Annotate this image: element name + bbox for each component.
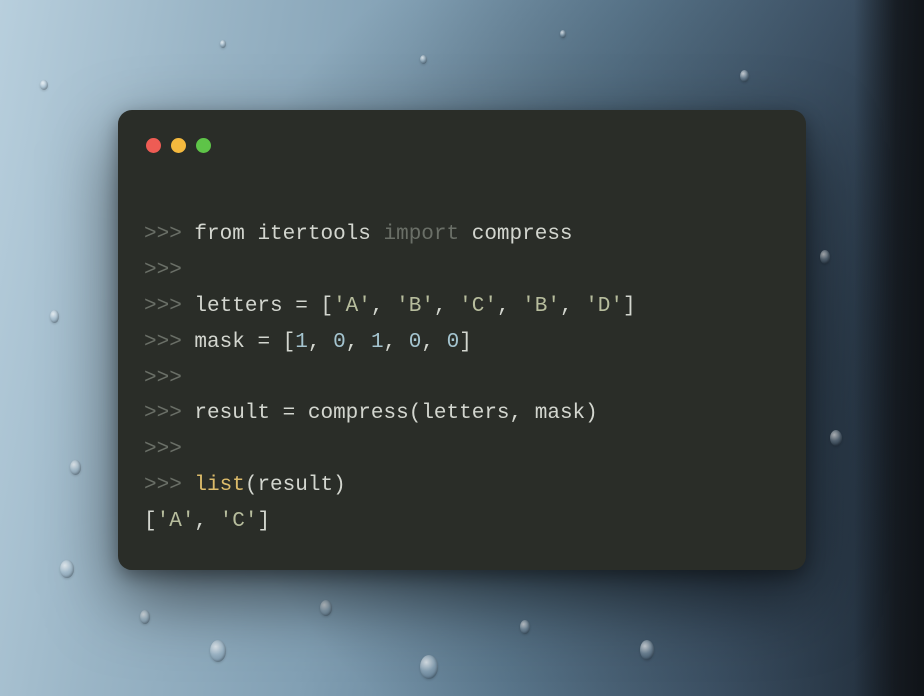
bracket-open: [ xyxy=(320,295,333,318)
number-literal: 0 xyxy=(333,331,346,354)
variable: mask xyxy=(194,331,244,354)
repl-prompt: >>> xyxy=(144,474,194,497)
paren-open: ( xyxy=(409,402,422,425)
module-name: itertools xyxy=(257,223,370,246)
string-literal: 'D' xyxy=(585,295,623,318)
code-line: >>> mask = [1, 0, 1, 0, 0] xyxy=(144,331,472,354)
argument: result xyxy=(257,474,333,497)
repl-prompt: >>> xyxy=(144,295,194,318)
bracket-open: [ xyxy=(144,510,157,533)
string-literal: 'A' xyxy=(157,510,195,533)
string-literal: 'B' xyxy=(522,295,560,318)
repl-prompt: >>> xyxy=(144,367,182,390)
number-literal: 0 xyxy=(447,331,460,354)
keyword-import: import xyxy=(383,223,459,246)
maximize-icon[interactable] xyxy=(196,138,211,153)
bracket-close: ] xyxy=(623,295,636,318)
repl-prompt: >>> xyxy=(144,223,194,246)
bracket-close: ] xyxy=(459,331,472,354)
builtin-call: list xyxy=(194,474,244,497)
argument: letters xyxy=(421,402,509,425)
variable: result xyxy=(194,402,270,425)
operator-equals: = xyxy=(283,402,296,425)
string-literal: 'C' xyxy=(459,295,497,318)
repl-prompt: >>> xyxy=(144,402,194,425)
variable: letters xyxy=(194,295,282,318)
dark-right-edge xyxy=(854,0,924,696)
window-traffic-lights xyxy=(146,138,780,153)
repl-prompt: >>> xyxy=(144,438,182,461)
number-literal: 0 xyxy=(409,331,422,354)
paren-open: ( xyxy=(245,474,258,497)
close-icon[interactable] xyxy=(146,138,161,153)
operator-equals: = xyxy=(257,331,270,354)
paren-close: ) xyxy=(333,474,346,497)
string-literal: 'B' xyxy=(396,295,434,318)
function-call: compress xyxy=(308,402,409,425)
code-line: >>> list(result) xyxy=(144,474,346,497)
code-line: >>> xyxy=(144,259,182,282)
code-block: >>> from itertools import compress >>> >… xyxy=(144,181,780,540)
paren-close: ) xyxy=(585,402,598,425)
bracket-open: [ xyxy=(283,331,296,354)
imported-name: compress xyxy=(472,223,573,246)
code-line: ['A', 'C'] xyxy=(144,510,270,533)
keyword-from: from xyxy=(194,223,244,246)
code-line: >>> xyxy=(144,438,182,461)
repl-prompt: >>> xyxy=(144,259,182,282)
terminal-window: >>> from itertools import compress >>> >… xyxy=(118,110,806,570)
code-line: >>> xyxy=(144,367,182,390)
operator-equals: = xyxy=(295,295,308,318)
string-literal: 'A' xyxy=(333,295,371,318)
number-literal: 1 xyxy=(371,331,384,354)
repl-prompt: >>> xyxy=(144,331,194,354)
argument: mask xyxy=(535,402,585,425)
code-line: >>> letters = ['A', 'B', 'C', 'B', 'D'] xyxy=(144,295,636,318)
string-literal: 'C' xyxy=(220,510,258,533)
bracket-close: ] xyxy=(257,510,270,533)
number-literal: 1 xyxy=(295,331,308,354)
code-line: >>> from itertools import compress xyxy=(144,223,573,246)
minimize-icon[interactable] xyxy=(171,138,186,153)
code-line: >>> result = compress(letters, mask) xyxy=(144,402,598,425)
